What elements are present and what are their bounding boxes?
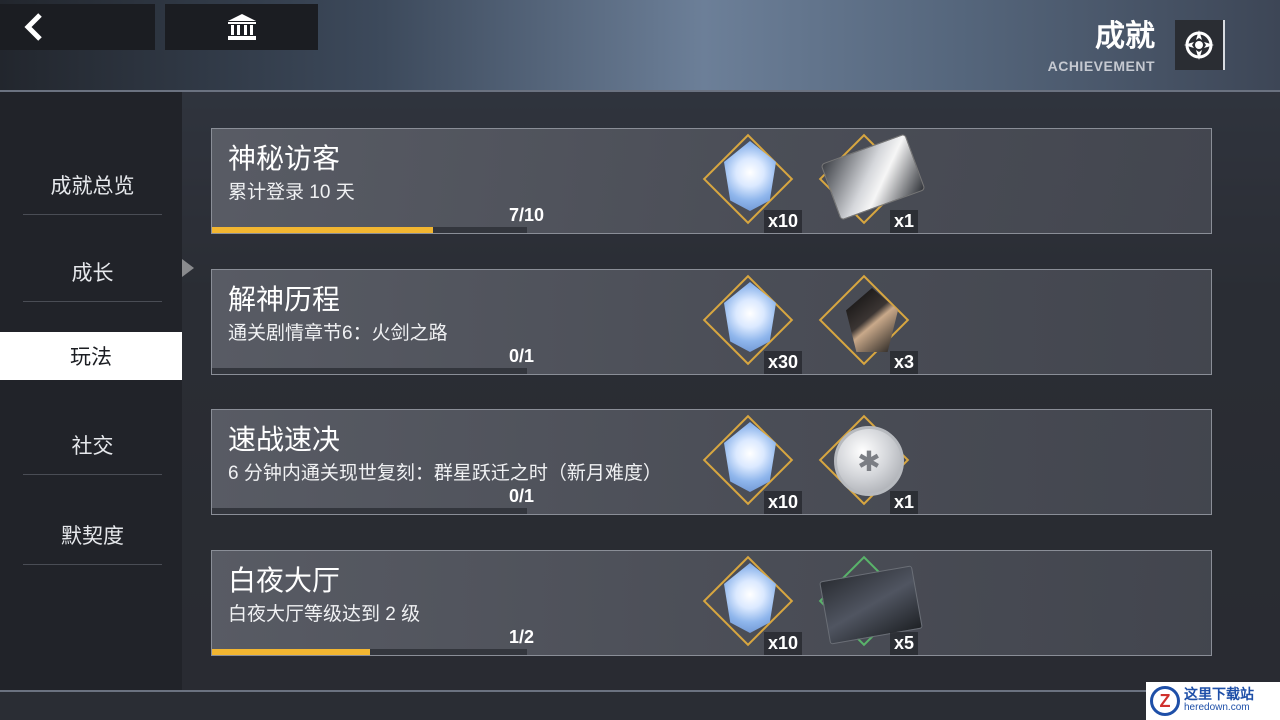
watermark-en: heredown.com [1184,702,1250,713]
reward-count: x10 [763,210,802,233]
reward-item[interactable]: x10 [702,555,802,655]
reward-count: x3 [889,351,918,374]
top-bar: 成就 ACHIEVEMENT [0,0,1280,92]
karma-card-icon [820,133,926,221]
gear-compass-icon [1184,30,1214,60]
sidebar-item-gameplay[interactable]: 玩法 [0,332,182,380]
reward-count: x30 [763,351,802,374]
settings-button[interactable] [1175,20,1225,70]
watermark-logo-icon: Z [1150,686,1180,716]
reward-count: x5 [889,632,918,655]
achievement-card[interactable]: 神秘访客 累计登录 10 天 7/10 x10 x1 [211,128,1212,234]
sidebar-item-growth[interactable]: 成长 [23,242,162,302]
achievement-title: 速战速决 [228,424,341,455]
progress-bar [212,508,527,514]
reward-count: x1 [889,491,918,514]
page-subtitle: ACHIEVEMENT [1047,58,1155,74]
watermark-cn: 这里下载站 [1184,686,1254,702]
achievement-progress-text: 0/1 [509,486,535,506]
progress-bar [212,368,527,374]
museum-icon [227,14,256,40]
reward-count: x1 [889,210,918,233]
achievement-desc: 累计登录 10 天 [228,182,355,203]
reward-item[interactable]: x10 [702,133,802,233]
reward-item[interactable]: x3 [818,274,918,374]
achievement-title: 神秘访客 [228,143,341,174]
progress-bar [212,227,527,233]
achievement-desc: 通关剧情章节6：火剑之路 [228,323,448,344]
sidebar-item-rapport[interactable]: 默契度 [23,505,162,565]
home-button[interactable] [165,4,318,50]
achievement-progress-text: 7/10 [509,205,545,225]
achievement-desc: 白夜大厅等级达到 2 级 [228,604,421,625]
reward-item[interactable]: x30 [702,274,802,374]
reward-item[interactable]: x10 [702,414,802,514]
achievement-card[interactable]: 解神历程 通关剧情章节6：火剑之路 0/1 x30 x3 [211,269,1212,375]
achievement-title: 解神历程 [228,284,341,315]
achievement-title: 白夜大厅 [228,565,341,596]
achievement-card[interactable]: 白夜大厅 白夜大厅等级达到 2 级 1/2 x10 x5 [211,550,1212,656]
page-title-block: 成就 ACHIEVEMENT [1048,20,1155,74]
achievement-card[interactable]: 速战速决 6 分钟内通关现世复刻：群星跃迁之时（新月难度） 0/1 x10 ✱ … [211,409,1212,515]
progress-fill [212,227,433,233]
proserpine-coin-icon: ✱ [834,426,904,496]
sidebar-item-social[interactable]: 社交 [23,415,162,475]
chevron-left-icon [24,13,42,41]
reward-item[interactable]: ✱ x1 [818,414,918,514]
progress-fill [212,649,370,655]
progress-bar [212,649,527,655]
reward-count: x10 [763,491,802,514]
reward-item[interactable]: x5 [818,555,923,655]
bottom-divider [0,690,1280,692]
page-title: 成就 [1095,20,1155,53]
achievement-desc: 6 分钟内通关现世复刻：群星跃迁之时（新月难度） [228,463,662,484]
watermark: Z 这里下载站 heredown.com [1146,682,1280,720]
sidebar-item-overview[interactable]: 成就总览 [23,155,162,215]
reward-item[interactable]: x1 [818,133,926,233]
achievement-progress-text: 0/1 [509,346,535,366]
watermark-text: 这里下载站 heredown.com [1184,687,1254,715]
achievement-progress-text: 1/2 [509,627,535,647]
reward-count: x10 [763,632,802,655]
back-button[interactable] [0,4,155,50]
